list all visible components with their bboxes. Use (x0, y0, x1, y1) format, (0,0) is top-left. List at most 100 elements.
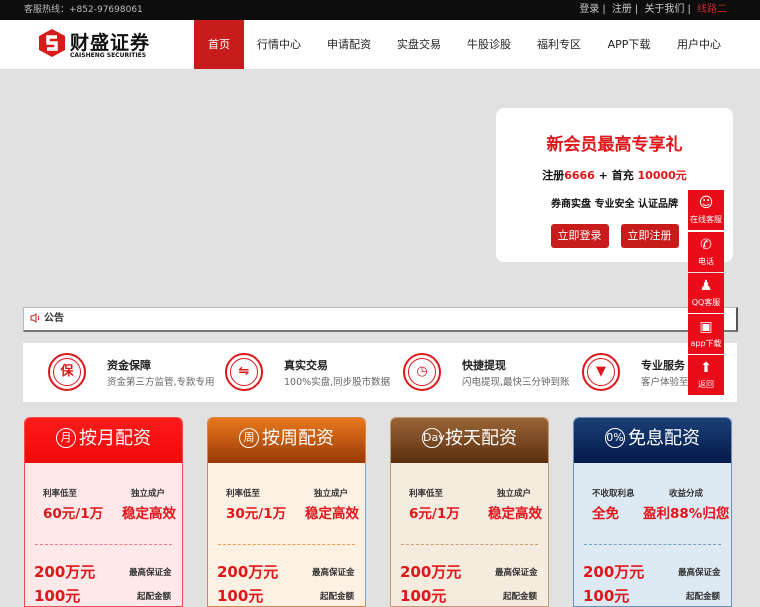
divider (218, 544, 355, 545)
side-phone[interactable]: ✆ 电话 (688, 232, 724, 272)
phone-icon: ✆ (700, 237, 712, 253)
plan-card-header: 周按周配资 (208, 418, 365, 463)
divider (35, 544, 172, 545)
max-margin-label: 最高保证金 (678, 568, 721, 578)
plan-card[interactable]: Day按天配资 利率低至 独立成户 6元/1万 稳定高效 200万元 最高保证金… (390, 417, 549, 607)
min-amount-label: 起配金额 (137, 592, 172, 602)
plan-badge-icon: 月 (56, 428, 76, 448)
feature-title: 专业服务 (641, 359, 685, 372)
plan-card[interactable]: 周按周配资 利率低至 独立成户 30元/1万 稳定高效 200万元 最高保证金 … (207, 417, 366, 607)
label: 收益分成 (669, 489, 704, 499)
min-amount: 100元 (583, 587, 630, 605)
max-margin: 200万元 (400, 563, 462, 581)
arrow-up-icon: ⬆ (700, 360, 712, 376)
divider (584, 544, 721, 545)
label: 利率低至 (226, 489, 261, 499)
feature-desc: 闪电提现,最快三分钟到账 (462, 377, 570, 388)
offer-amount: 6666 (564, 169, 595, 182)
main-nav: 首页 行情中心 申请配资 实盘交易 牛股诊股 福利专区 APP下载 用户中心 (194, 20, 734, 69)
plan-card[interactable]: 0% 免息配资 不收取利息 收益分成 全免 盈利88%归您 200万元 最高保证金… (573, 417, 732, 607)
logo-subtext: CAISHENG SECURITIES (70, 52, 147, 59)
value: 30元/1万 (226, 506, 287, 522)
nav-diagnosis[interactable]: 牛股诊股 (454, 20, 524, 69)
side-back-to-top[interactable]: ⬆ 返回 (688, 355, 724, 395)
notice-label: 公告 (44, 313, 64, 324)
clock-icon: ◷ (403, 353, 441, 391)
side-label: app下载 (690, 339, 722, 348)
min-amount: 100元 (217, 587, 264, 605)
login-button[interactable]: 立即登录 (550, 224, 609, 248)
line-two-link[interactable]: 线路二 (697, 4, 727, 15)
value: 稳定高效 (305, 506, 359, 522)
plan-badge-icon: Day (422, 428, 445, 448)
nav-app[interactable]: APP下载 (594, 20, 664, 69)
headset-icon: ☺ (698, 195, 714, 211)
nav-home[interactable]: 首页 (194, 20, 244, 69)
side-app-download[interactable]: ▣ app下载 (688, 314, 724, 354)
label: 独立成户 (497, 489, 532, 499)
plan-card-header: Day按天配资 (391, 418, 548, 463)
plan-title: 按天配资 (445, 428, 517, 449)
divider (401, 544, 538, 545)
max-margin-label: 最高保证金 (495, 568, 538, 578)
nav-apply[interactable]: 申请配资 (314, 20, 384, 69)
max-margin-label: 最高保证金 (129, 568, 172, 578)
plan-badge-icon: 周 (239, 428, 259, 448)
min-amount-label: 起配金额 (686, 592, 721, 602)
side-label: QQ客服 (691, 298, 721, 307)
register-button[interactable]: 立即注册 (620, 224, 679, 248)
plan-card-header: 0% 免息配资 (574, 418, 731, 463)
feature-title: 真实交易 (284, 359, 328, 372)
login-link[interactable]: 登录 (579, 4, 599, 15)
plan-card-header: 月按月配资 (25, 418, 182, 463)
header: 财盛证券 CAISHENG SECURITIES 首页 行情中心 申请配资 实盘… (0, 20, 760, 70)
side-label: 返回 (698, 380, 714, 389)
nav-trade[interactable]: 实盘交易 (384, 20, 454, 69)
side-label: 电话 (698, 257, 714, 266)
top-links: 登录 | 注册 | 关于我们 | 线路二 (579, 4, 727, 15)
min-amount-label: 起配金额 (320, 592, 355, 602)
label: 利率低至 (409, 489, 444, 499)
top-bar: 客服热线：+852-97698061 登录 | 注册 | 关于我们 | 线路二 (0, 0, 760, 20)
min-amount: 100元 (34, 587, 81, 605)
plan-title: 按月配资 (79, 428, 151, 449)
label: 利率低至 (43, 489, 78, 499)
label: 不收取利息 (592, 489, 635, 499)
side-qq[interactable]: ♟ QQ客服 (688, 273, 724, 313)
logo[interactable]: 财盛证券 CAISHENG SECURITIES (38, 28, 158, 64)
value: 盈利88%归您 (643, 506, 730, 522)
offer-amount: 10000元 (637, 169, 687, 182)
feature-desc: 100%实盘,同步股市数据 (284, 377, 391, 388)
value: 6元/1万 (409, 506, 460, 522)
promo-title: 新会员最高专享礼 (546, 135, 683, 155)
max-margin-label: 最高保证金 (312, 568, 355, 578)
qq-icon: ♟ (699, 278, 713, 294)
value: 稳定高效 (122, 506, 176, 522)
nav-user[interactable]: 用户中心 (664, 20, 734, 69)
value: 全免 (592, 506, 619, 522)
plan-card[interactable]: 月按月配资 利率低至 独立成户 60元/1万 稳定高效 200万元 最高保证金 … (24, 417, 183, 607)
logo-icon (39, 29, 65, 57)
max-margin: 200万元 (34, 563, 96, 581)
label: 独立成户 (131, 489, 166, 499)
app-icon: ▣ (699, 319, 713, 335)
speaker-icon (30, 313, 40, 323)
feature-desc: 资金第三方监管,专款专用 (107, 377, 215, 388)
max-margin: 200万元 (217, 563, 279, 581)
nav-market[interactable]: 行情中心 (244, 20, 314, 69)
value: 60元/1万 (43, 506, 104, 522)
notice-bar: 公告 (23, 307, 738, 332)
feature-title: 资金保障 (107, 359, 151, 372)
register-link[interactable]: 注册 (612, 4, 632, 15)
features-strip: 保 资金保障 资金第三方监管,专款专用 ⇋ 真实交易 100%实盘,同步股市数据… (23, 343, 737, 402)
label: 独立成户 (314, 489, 349, 499)
side-label: 在线客服 (690, 215, 722, 224)
tie-icon: ▼ (582, 353, 620, 391)
plan-badge-icon: 0% (605, 428, 625, 448)
about-link[interactable]: 关于我们 (644, 4, 684, 15)
min-amount-label: 起配金额 (503, 592, 538, 602)
side-online-service[interactable]: ☺ 在线客服 (688, 190, 724, 230)
nav-welfare[interactable]: 福利专区 (524, 20, 594, 69)
value: 稳定高效 (488, 506, 542, 522)
logo-text: 财盛证券 (70, 32, 151, 54)
